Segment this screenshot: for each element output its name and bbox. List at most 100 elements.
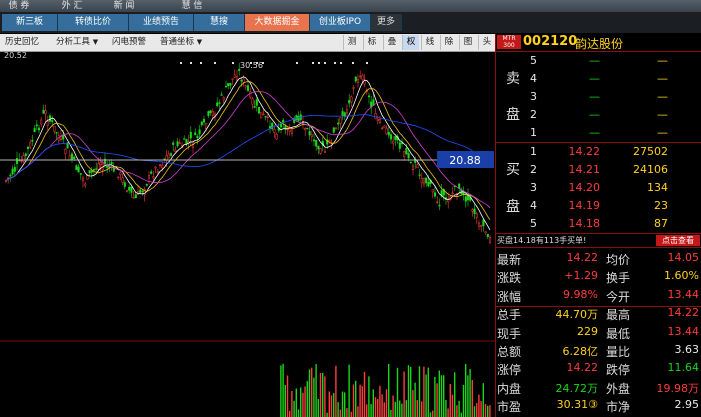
menu-huixin[interactable]: 慧 信: [172, 0, 212, 12]
divider: [496, 233, 701, 234]
volume-bar: [432, 410, 434, 417]
menu-bonds[interactable]: 债 券: [2, 0, 36, 12]
candle-body: [79, 173, 82, 175]
candle-body: [147, 175, 151, 179]
volume-bar: [489, 405, 491, 417]
stat-label: 跌停: [606, 363, 631, 378]
candle-body: [422, 177, 426, 185]
candle-body: [95, 168, 98, 170]
volume-bar: [462, 384, 465, 417]
candle-body: [202, 118, 206, 123]
candle-body: [246, 85, 250, 91]
sell-price-2: —: [589, 108, 600, 121]
tab-new-third-board[interactable]: 新三板: [2, 14, 58, 31]
tab-big-data[interactable]: 大数据掘金: [245, 14, 310, 31]
candle-body: [84, 183, 87, 186]
volume-bar: [280, 365, 282, 417]
buy-vol-2: 24106: [633, 163, 668, 176]
candle-body: [378, 119, 382, 123]
volume-bar: [313, 377, 315, 417]
candle-body: [394, 136, 397, 140]
candle-body: [231, 78, 234, 80]
candle-body: [150, 171, 153, 174]
buy-vol-5: 87: [654, 217, 668, 230]
sell-title-2: 盘: [506, 107, 520, 123]
tab-more[interactable]: 更多: [371, 14, 402, 31]
candle-body: [295, 115, 298, 121]
flash-alert-button[interactable]: 闪电预警: [112, 35, 146, 50]
tab-earnings-forecast[interactable]: 业绩预告: [129, 14, 194, 31]
candle-body: [169, 153, 173, 156]
sell-level-1: 1: [530, 126, 537, 139]
volume-bar: [484, 403, 487, 417]
volume-bar: [377, 399, 379, 417]
volume-bar: [418, 366, 421, 417]
measure-button[interactable]: 测: [343, 35, 360, 50]
candle-body: [196, 135, 199, 138]
tab-chinext-ipo[interactable]: 创业板IPO: [310, 14, 371, 31]
volume-bar: [465, 363, 467, 417]
candle-body: [310, 134, 313, 137]
chart-button[interactable]: 图: [459, 35, 476, 50]
volume-bar: [467, 375, 469, 417]
candle-body: [275, 133, 278, 140]
volume-bar: [284, 385, 286, 417]
stat-label: 最高: [606, 308, 631, 323]
tab-convertible-bond[interactable]: 转债比价: [58, 14, 129, 31]
candle-body: [15, 158, 19, 165]
analysis-tools-dropdown[interactable]: 分析工具 ▼: [56, 35, 98, 50]
kline-chart[interactable]: 20.88 20.52 30.56: [0, 52, 495, 417]
sell-vol-1: —: [657, 126, 668, 139]
candle-body: [464, 196, 467, 202]
volume-bar: [300, 387, 302, 417]
tab-huisou[interactable]: 慧搜: [194, 14, 245, 31]
stat-value: 13.44: [667, 324, 700, 338]
candle-body: [106, 165, 109, 168]
volume-bar: [333, 393, 335, 417]
menu-news[interactable]: 新 闻: [104, 0, 144, 12]
sell-price-5: —: [589, 54, 600, 67]
normal-coords-dropdown[interactable]: 普通坐标 ▼: [160, 35, 202, 50]
buy-price-1: 14.22: [568, 145, 601, 158]
candle-body: [436, 201, 439, 203]
candle-body: [418, 174, 421, 176]
candle-body: [154, 166, 157, 169]
divider: [496, 306, 701, 307]
volume-bar: [293, 400, 295, 417]
rights-button[interactable]: 权: [402, 35, 419, 50]
candle-body: [117, 176, 120, 178]
sell-price-3: —: [589, 90, 600, 103]
line-button[interactable]: 线: [421, 35, 438, 50]
view-bid-button[interactable]: 点击查看: [656, 235, 700, 246]
candle-body: [266, 116, 269, 119]
volume-bar: [454, 372, 456, 417]
signal-dot: [250, 62, 252, 64]
signal-dot: [262, 62, 264, 64]
volume-bar: [388, 364, 390, 417]
candle-body: [224, 86, 228, 88]
candle-body: [304, 128, 307, 131]
buy-title-2: 盘: [506, 199, 520, 215]
buy-level-3: 3: [530, 181, 537, 194]
volume-bar: [346, 408, 348, 417]
remove-button[interactable]: 除: [440, 35, 457, 50]
candle-body: [81, 177, 85, 182]
stat-value: 19.98万: [656, 381, 700, 395]
signal-dot: [200, 62, 202, 64]
stat-value: 14.22: [566, 361, 599, 375]
candle-body: [132, 197, 135, 199]
candle-body: [306, 127, 309, 130]
volume-bar: [295, 388, 297, 417]
menu-forex[interactable]: 外 汇: [52, 0, 92, 12]
candle-body: [279, 123, 283, 128]
mark-button[interactable]: 标: [363, 35, 380, 50]
volume-bar: [308, 369, 311, 417]
candle-body: [211, 111, 214, 116]
history-button[interactable]: 历史回忆: [5, 35, 39, 50]
candle-body: [99, 162, 102, 165]
candle-body: [145, 184, 148, 186]
candle-body: [158, 164, 162, 166]
head-button[interactable]: 头: [478, 35, 495, 50]
overlay-button[interactable]: 叠: [383, 35, 400, 50]
dropdown-arrow-icon: ▼: [196, 38, 203, 46]
